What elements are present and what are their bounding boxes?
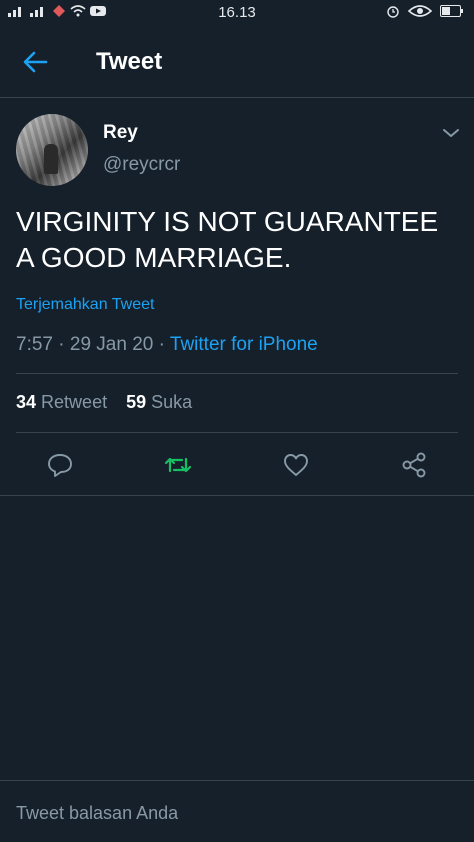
avatar-figure <box>44 144 58 174</box>
meta-separator: · <box>158 334 165 355</box>
reply-button[interactable] <box>45 450 75 480</box>
like-count: 59 <box>126 392 147 412</box>
tweet-source-link[interactable]: Twitter for iPhone <box>170 334 318 355</box>
status-right-icons <box>386 4 464 18</box>
alarm-icon <box>387 6 399 18</box>
divider <box>16 432 458 433</box>
retweet-label: Retweet <box>41 392 108 412</box>
page-title: Tweet <box>96 48 163 75</box>
reply-bubble-icon <box>48 454 72 477</box>
status-bar: 16.13 <box>0 0 474 26</box>
user-handle[interactable]: @reycrcr <box>103 154 180 176</box>
battery-icon <box>440 5 463 17</box>
tweet-date: 29 Jan 20 <box>69 334 154 355</box>
retweet-stat[interactable]: 34 Retweet <box>16 392 107 412</box>
like-button[interactable] <box>281 450 311 480</box>
chevron-down-icon <box>443 129 459 137</box>
arrow-left-icon <box>23 51 48 73</box>
divider <box>0 495 474 496</box>
share-button[interactable] <box>399 450 429 480</box>
retweet-count: 34 <box>16 392 37 412</box>
display-name[interactable]: Rey <box>103 122 138 144</box>
avatar[interactable] <box>16 114 88 186</box>
more-options-button[interactable] <box>440 124 462 142</box>
reply-composer[interactable]: Tweet balasan Anda <box>0 780 474 842</box>
retweet-button[interactable] <box>163 450 193 480</box>
tweet-actions <box>0 438 474 496</box>
eye-icon <box>408 5 432 17</box>
top-app-bar: Tweet <box>0 26 474 98</box>
tweet-meta: 7:57 · 29 Jan 20 · Twitter for iPhone <box>16 334 318 356</box>
reply-input[interactable]: Tweet balasan Anda <box>16 803 178 824</box>
share-icon <box>402 452 426 478</box>
tweet-time: 7:57 <box>16 334 53 355</box>
tweet-stats: 34 Retweet 59 Suka <box>16 392 192 413</box>
heart-icon <box>284 454 308 476</box>
like-stat[interactable]: 59 Suka <box>126 392 192 412</box>
translate-tweet-link[interactable]: Terjemahkan Tweet <box>16 296 154 314</box>
back-button[interactable] <box>20 48 52 76</box>
retweet-icon <box>164 457 192 473</box>
like-label: Suka <box>151 392 193 412</box>
divider <box>16 373 458 374</box>
meta-separator: · <box>58 334 65 355</box>
tweet-text: VIRGINITY IS NOT GUARANTEE A GOOD MARRIA… <box>16 206 439 273</box>
